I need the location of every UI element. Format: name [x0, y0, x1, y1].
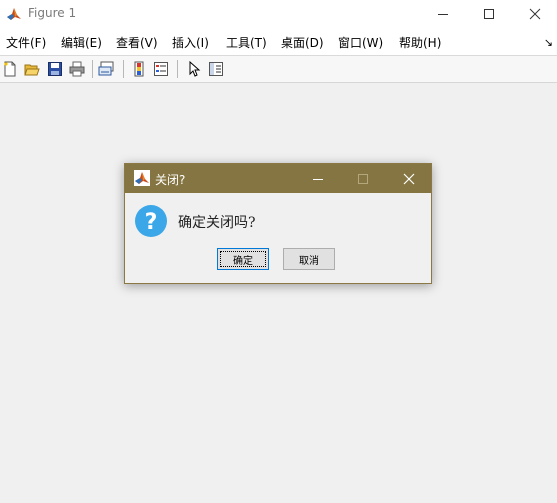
close-icon	[403, 173, 414, 184]
insert-legend-button[interactable]	[151, 59, 171, 79]
close-icon	[529, 8, 540, 20]
insert-colorbar-button[interactable]	[129, 59, 149, 79]
toolbar-separator	[177, 60, 178, 78]
insert-legend-icon	[154, 62, 168, 76]
open-property-inspector-icon	[209, 62, 223, 76]
menu-edit[interactable]: 编辑(E)	[61, 34, 102, 51]
ok-button[interactable]: 确定	[217, 248, 269, 270]
maximize-button[interactable]	[466, 0, 511, 28]
dock-arrow-icon[interactable]: ↘	[544, 36, 553, 49]
maximize-icon	[483, 9, 494, 19]
print-button[interactable]	[67, 59, 87, 79]
matlab-logo-icon	[134, 170, 150, 186]
toolbar-separator	[92, 60, 93, 78]
link-plot-icon	[98, 61, 114, 76]
minimize-icon	[312, 178, 323, 180]
window-titlebar[interactable]: Figure 1	[0, 0, 557, 28]
menu-file[interactable]: 文件(F)	[6, 34, 46, 51]
window-title: Figure 1	[28, 6, 77, 20]
close-confirm-dialog: 关闭? ? 确定关闭吗? 确定 取消	[124, 163, 432, 284]
new-figure-button[interactable]	[0, 59, 20, 79]
menu-tools[interactable]: 工具(T)	[226, 34, 267, 51]
edit-plot-icon	[189, 61, 201, 77]
menu-window[interactable]: 窗口(W)	[338, 34, 383, 51]
menu-view[interactable]: 查看(V)	[116, 34, 158, 51]
save-icon	[48, 62, 62, 76]
menu-insert[interactable]: 插入(I)	[172, 34, 209, 51]
toolbar-separator	[123, 60, 124, 78]
focus-ring	[220, 251, 266, 267]
dialog-message: 确定关闭吗?	[178, 215, 256, 231]
property-inspector-button[interactable]	[206, 59, 226, 79]
open-file-button[interactable]	[22, 59, 42, 79]
insert-colorbar-icon	[134, 61, 144, 77]
dialog-close-button[interactable]	[386, 164, 431, 193]
menu-desktop[interactable]: 桌面(D)	[281, 34, 324, 51]
open-file-icon	[24, 64, 40, 76]
matlab-logo-icon	[6, 6, 22, 22]
question-icon: ?	[135, 205, 167, 237]
dialog-title: 关闭?	[155, 173, 186, 187]
cancel-button[interactable]: 取消	[283, 248, 335, 270]
dialog-titlebar[interactable]: 关闭?	[125, 164, 431, 193]
maximize-icon	[357, 173, 368, 184]
figure-toolbar	[0, 56, 557, 83]
minimize-button[interactable]	[420, 0, 465, 28]
svg-text:?: ?	[145, 210, 158, 235]
save-button[interactable]	[45, 59, 65, 79]
new-figure-icon	[4, 61, 16, 77]
menu-help[interactable]: 帮助(H)	[399, 34, 441, 51]
menubar: 文件(F) 编辑(E) 查看(V) 插入(I) 工具(T) 桌面(D) 窗口(W…	[0, 28, 557, 56]
dialog-minimize-button[interactable]	[295, 164, 340, 193]
dialog-maximize-button	[340, 164, 385, 193]
minimize-icon	[437, 14, 448, 15]
figure-canvas[interactable]	[0, 83, 557, 503]
link-plot-button[interactable]	[97, 59, 117, 79]
edit-plot-button[interactable]	[184, 59, 204, 79]
print-icon	[69, 61, 85, 77]
close-button[interactable]	[512, 0, 557, 28]
cancel-button-label: 取消	[299, 255, 319, 267]
